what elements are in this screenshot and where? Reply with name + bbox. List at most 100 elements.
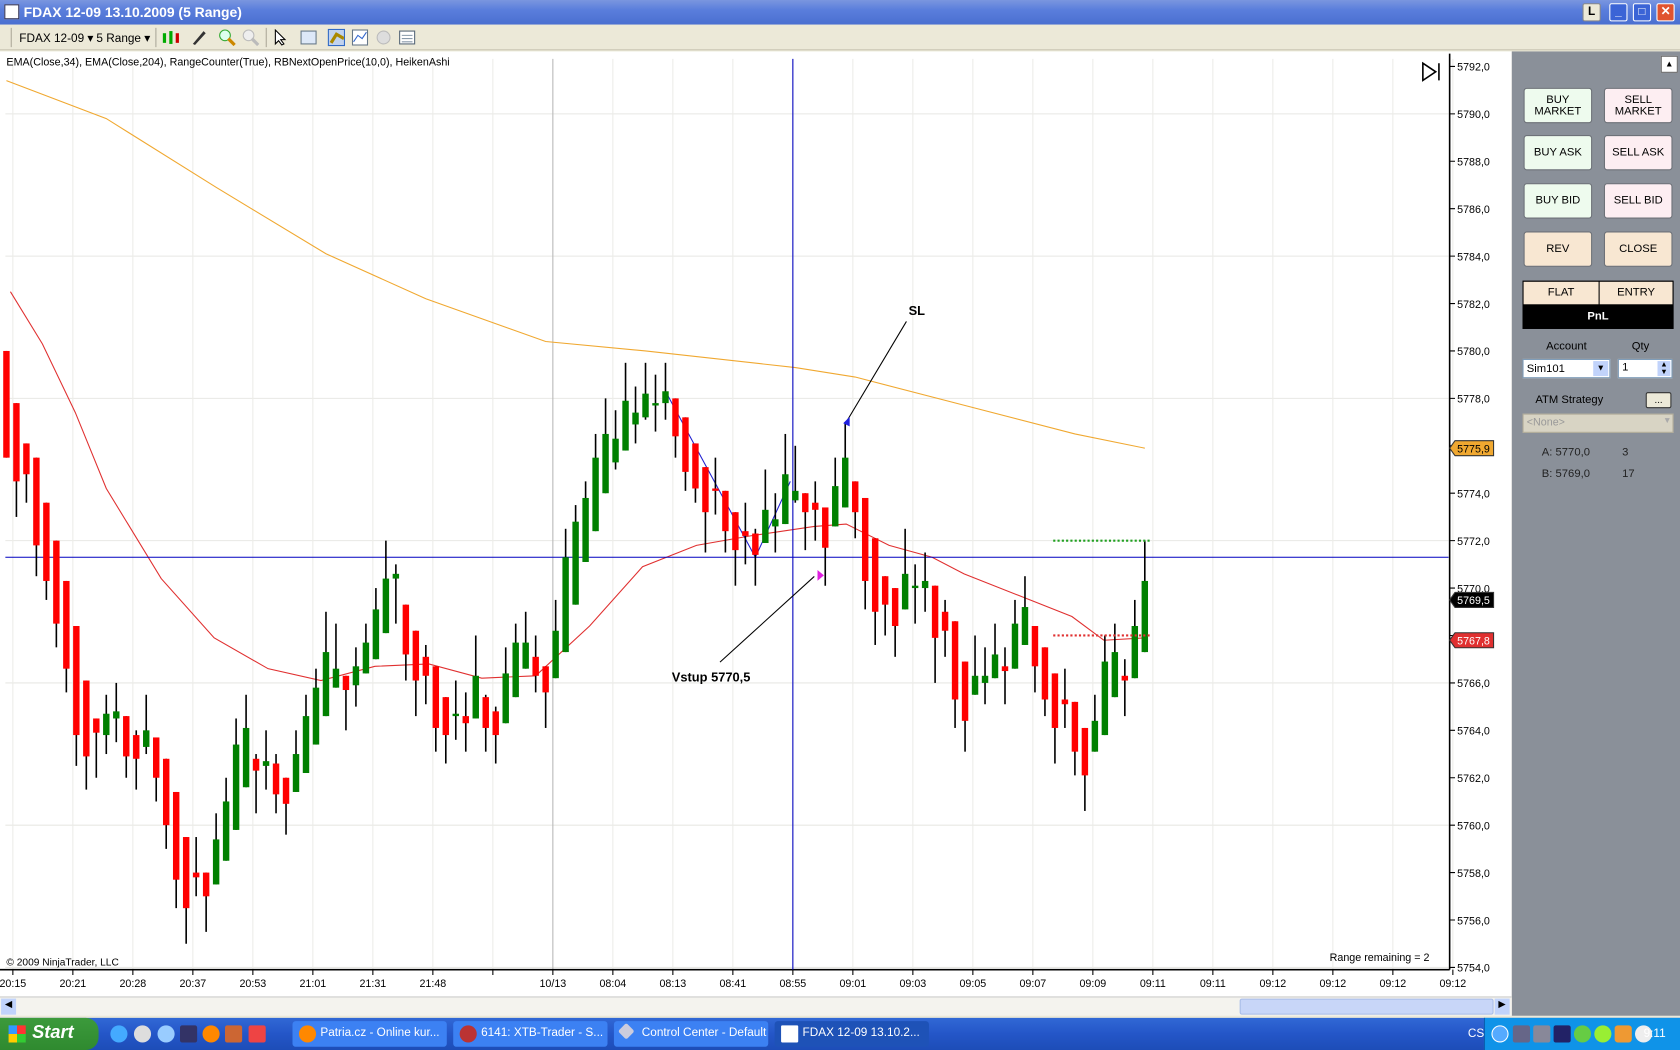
- scroll-right-icon[interactable]: ▶: [1494, 998, 1510, 1015]
- candle-body: [33, 457, 40, 546]
- candle: [162, 758, 170, 849]
- candle-body: [172, 791, 180, 880]
- scroll-left-icon[interactable]: ◀: [1, 998, 17, 1015]
- candle-body: [762, 509, 769, 544]
- x-tick-label: 20:28: [119, 978, 146, 990]
- scroll-to-end-icon[interactable]: [1421, 61, 1442, 82]
- price-chart[interactable]: 20:15 20:21 20:28 20:37 20:53 21:01 21:31 21:48…: [0, 0, 1512, 996]
- bid-size: 17: [1622, 467, 1635, 481]
- candle: [482, 694, 489, 752]
- x-tick-label: 08:13: [659, 978, 686, 990]
- link-button[interactable]: L: [1582, 3, 1601, 22]
- network-disconnected-icon[interactable]: [1512, 1025, 1531, 1043]
- horizontal-scrollbar[interactable]: ◀ ▶: [0, 996, 1512, 1016]
- tray-box-icon[interactable]: [1614, 1025, 1632, 1043]
- candle: [282, 777, 290, 835]
- reverse-button[interactable]: REV: [1523, 231, 1593, 267]
- close-position-button[interactable]: CLOSE: [1603, 231, 1673, 267]
- candle-body: [602, 433, 609, 494]
- buy-ask-button[interactable]: BUY ASK: [1523, 135, 1593, 171]
- x-tick-label: 08:55: [779, 978, 806, 990]
- price-label: 5767,8: [1448, 632, 1495, 649]
- y-tick-label: 5784,0: [1457, 251, 1490, 263]
- security-check-icon[interactable]: [1573, 1025, 1592, 1043]
- firefox-icon[interactable]: [202, 1025, 220, 1043]
- minimize-button[interactable]: _: [1609, 3, 1628, 22]
- atm-settings-button[interactable]: ...: [1645, 392, 1672, 409]
- browser-icon[interactable]: [157, 1025, 175, 1043]
- candle: [1021, 576, 1029, 645]
- candle: [1041, 647, 1049, 717]
- atm-strategy-select[interactable]: <None> ▼: [1522, 413, 1674, 433]
- candle: [861, 497, 869, 610]
- atm-strategy-value: <None>: [1526, 416, 1565, 429]
- candle: [891, 588, 899, 657]
- price-label-text: 5767,8: [1457, 636, 1490, 648]
- icq-icon[interactable]: [1594, 1025, 1612, 1043]
- flag-icon[interactable]: [248, 1025, 266, 1043]
- candle-body: [232, 744, 240, 830]
- tray-app-icon[interactable]: [1553, 1025, 1571, 1043]
- candle: [332, 623, 340, 688]
- candle-body: [1001, 666, 1009, 672]
- sell-ask-button[interactable]: SELL ASK: [1603, 135, 1673, 171]
- save-disk-icon[interactable]: [180, 1025, 198, 1043]
- x-tick-label: 20:37: [179, 978, 206, 990]
- media-player-icon[interactable]: [133, 1025, 152, 1043]
- candle: [372, 588, 380, 660]
- position-box: FLAT ENTRY PnL: [1522, 280, 1674, 329]
- app-icon[interactable]: [225, 1025, 243, 1043]
- candle-body: [512, 642, 519, 698]
- candle: [83, 680, 90, 790]
- language-indicator[interactable]: CS: [1468, 1028, 1484, 1041]
- candle-body: [143, 730, 150, 747]
- sell-market-button[interactable]: SELL MARKET: [1603, 87, 1673, 124]
- candle: [961, 661, 969, 752]
- task-patria[interactable]: Patria.cz - Online kur...: [292, 1021, 447, 1047]
- candle-body: [981, 675, 989, 683]
- chevron-down-icon[interactable]: ▼: [1593, 361, 1609, 377]
- ie-icon[interactable]: [110, 1025, 128, 1043]
- candle: [722, 490, 729, 553]
- task-fdax-chart[interactable]: FDAX 12-09 13.10.2...: [774, 1021, 929, 1047]
- candle-body: [931, 585, 939, 638]
- buy-bid-button[interactable]: BUY BID: [1523, 183, 1593, 219]
- candle-body: [692, 443, 699, 489]
- candle-body: [782, 474, 789, 525]
- buy-market-button[interactable]: BUY MARKET: [1523, 87, 1593, 124]
- show-hidden-icons[interactable]: [1491, 1025, 1509, 1043]
- candle: [1131, 599, 1139, 679]
- candle-body: [1081, 727, 1089, 776]
- close-button[interactable]: ✕: [1656, 3, 1675, 22]
- sl-arrow-line: [847, 321, 907, 421]
- candle-body: [522, 642, 529, 669]
- candle-body: [312, 687, 320, 745]
- x-tick-label: 20:21: [59, 978, 86, 990]
- task-control-center[interactable]: Control Center - Default: [613, 1021, 769, 1047]
- scroll-thumb[interactable]: [1239, 998, 1494, 1015]
- entry-arrow-line: [719, 576, 815, 663]
- candle: [202, 872, 210, 932]
- maximize-button[interactable]: □: [1632, 3, 1652, 22]
- candle: [981, 647, 989, 705]
- qty-stepper[interactable]: 1 ▲ ▼: [1617, 358, 1673, 379]
- start-label: Start: [32, 1022, 74, 1043]
- x-tick-label: 20:15: [0, 978, 26, 990]
- sell-bid-button[interactable]: SELL BID: [1603, 183, 1673, 219]
- task-xtb-trader[interactable]: 6141: XTB-Trader - S...: [453, 1021, 608, 1047]
- copyright-text: © 2009 NinjaTrader, LLC: [6, 956, 119, 969]
- candle: [342, 675, 350, 731]
- candle-body: [632, 412, 639, 425]
- candle: [182, 837, 190, 944]
- x-tick-label: 09:03: [899, 978, 926, 990]
- stepper-arrows-icon[interactable]: ▲ ▼: [1657, 361, 1671, 377]
- candle-body: [482, 697, 489, 728]
- candle: [262, 730, 270, 790]
- collapse-up-icon[interactable]: ▲: [1660, 55, 1678, 73]
- account-select[interactable]: Sim101 ▼: [1522, 358, 1611, 379]
- candle-body: [672, 398, 679, 437]
- pnl-label: PnL: [1587, 309, 1609, 323]
- network-icon[interactable]: [1533, 1025, 1551, 1043]
- candle-body: [792, 490, 799, 501]
- start-button[interactable]: Start: [0, 1017, 99, 1050]
